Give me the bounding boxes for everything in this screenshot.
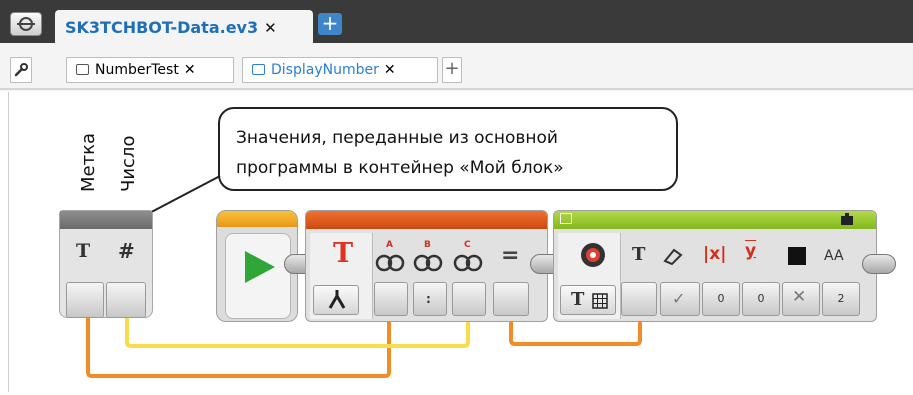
link-icon-a	[375, 254, 405, 272]
param-output-label[interactable]	[66, 282, 104, 318]
input-c-letter: C	[464, 240, 471, 250]
y-position-icon: y	[745, 241, 757, 261]
text-input-b-value: :	[426, 292, 431, 306]
text-block-icon: T	[333, 238, 354, 269]
text-mode-selector[interactable]	[313, 285, 359, 315]
link-icon-c	[453, 254, 483, 272]
text-type-glyph: T	[76, 240, 91, 262]
color-cross-icon: ✕	[792, 287, 807, 307]
display-icon	[581, 243, 605, 267]
sequence-connector-out[interactable]	[862, 254, 896, 274]
number-type-glyph: #	[118, 239, 135, 263]
equals-icon: =	[501, 243, 520, 268]
font-size-icon: AA	[824, 248, 844, 264]
merge-icon	[328, 290, 346, 309]
display-block-header	[554, 211, 876, 229]
parameters-header	[60, 211, 152, 229]
input-b-letter: B	[424, 240, 431, 250]
text-input-c[interactable]	[452, 282, 486, 316]
text-input-icon: T	[632, 244, 646, 265]
grid-icon	[592, 293, 608, 309]
x-position-icon: |x|	[703, 244, 727, 264]
color-icon	[788, 247, 806, 265]
display-mode-text: T	[571, 289, 585, 310]
eraser-icon	[663, 248, 683, 266]
clear-check-icon: ✓	[672, 289, 686, 308]
data-wires	[86, 316, 642, 378]
display-mode-selector[interactable]: T	[560, 285, 616, 315]
x-value: 0	[717, 292, 725, 305]
x-icon-letter: x	[709, 244, 721, 264]
display-text-input[interactable]	[621, 282, 657, 316]
link-icon-b	[413, 254, 443, 272]
start-block-header	[217, 211, 297, 227]
display-port-indicator	[560, 213, 572, 224]
param-output-number[interactable]	[106, 282, 146, 318]
text-input-a[interactable]	[374, 282, 408, 316]
brick-icon	[841, 213, 853, 225]
text-block-header	[306, 211, 547, 229]
y-value: 0	[757, 292, 765, 305]
text-output-result[interactable]	[493, 282, 529, 316]
input-a-letter: A	[386, 240, 393, 250]
font-value: 2	[837, 292, 845, 305]
play-icon	[245, 251, 275, 283]
